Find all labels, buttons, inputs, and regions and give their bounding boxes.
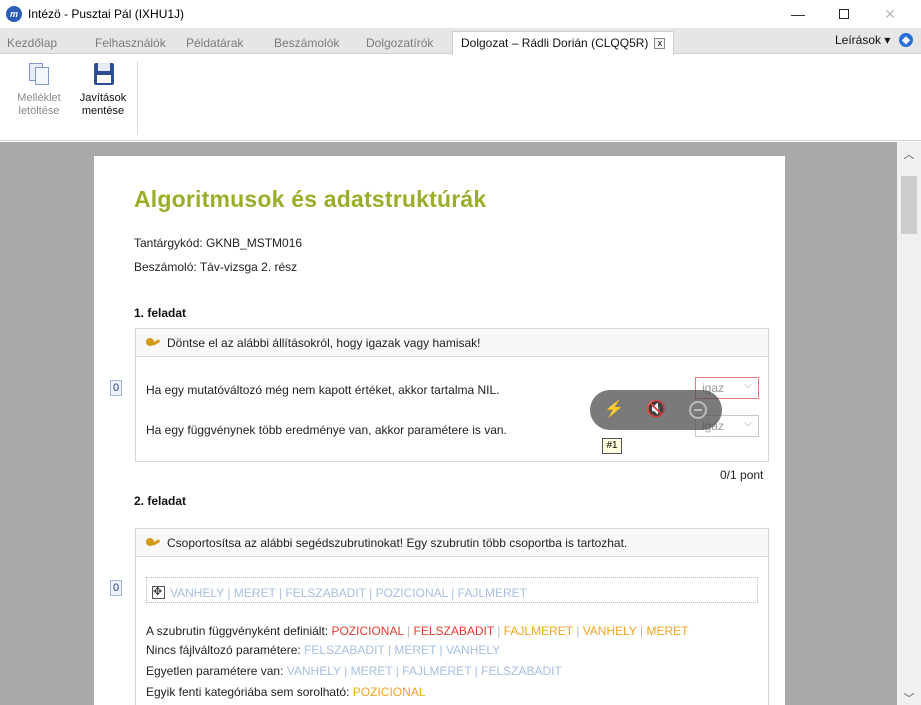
download-attachment-label-2: letöltése (18, 105, 60, 117)
task1-score[interactable]: 0 (110, 380, 122, 396)
download-attachment-label-1: Melléklet (17, 92, 61, 104)
tab-felhasznalok[interactable]: Felhasználók (95, 32, 166, 54)
document-copy-icon (26, 61, 52, 87)
group-label: Nincs fájlváltozó paramétere: (146, 643, 305, 657)
task2-instruction-bar: Csoportosítsa az alábbi segédszubrutinok… (136, 529, 768, 557)
task2-pool-items: VANHELY | MERET | FELSZABADIT | POZICION… (170, 585, 527, 600)
key-icon (146, 337, 160, 349)
separator: | (471, 664, 482, 678)
app-icon: m (6, 6, 22, 22)
tab-dolgozatirok[interactable]: Dolgozatírók (366, 32, 433, 54)
mute-icon[interactable]: 🔇 (644, 398, 668, 422)
task2-score[interactable]: 0 (110, 580, 122, 596)
window-title: Intézö - Pusztai Pál (IXHU1J) (28, 7, 185, 21)
group-item[interactable]: FAJLMERET (504, 624, 573, 638)
leirasok-dropdown[interactable]: Leírások ▾ (835, 33, 890, 47)
separator: | (493, 624, 504, 638)
separator: | (403, 624, 414, 638)
document-viewer: Algoritmusok és adatstruktúrák Tantárgyk… (0, 142, 921, 705)
task2-group-2[interactable]: Nincs fájlváltozó paramétere: FELSZABADI… (146, 643, 500, 657)
floppy-disk-icon (90, 61, 116, 87)
group-item[interactable]: MERET (647, 624, 689, 638)
separator: | (384, 643, 395, 657)
title-bar: m Intézö - Pusztai Pál (IXHU1J) — ✕ (0, 0, 921, 28)
scroll-down-icon[interactable]: ﹀ (897, 690, 921, 705)
document-title: Algoritmusok és adatstruktúrák (134, 186, 487, 212)
task2-group-1[interactable]: A szubrutin függvényként definiált: POZI… (146, 624, 689, 638)
separator: | (392, 664, 403, 678)
group-item[interactable]: VANHELY (583, 624, 637, 638)
group-label: A szubrutin függvényként definiált: (146, 624, 332, 638)
scrollbar-thumb[interactable] (901, 176, 917, 234)
task2-heading: 2. feladat (134, 494, 187, 508)
maximize-button[interactable] (821, 0, 867, 28)
separator: | (636, 624, 647, 638)
scroll-up-icon[interactable]: ︿ (897, 146, 921, 162)
save-corrections-label-1: Javítások (79, 92, 127, 104)
group-item[interactable]: POZICIONAL (331, 624, 403, 638)
minimize-button[interactable]: — (775, 0, 821, 28)
task1-instruction-bar: Döntse el az alábbi állításokról, hogy i… (136, 329, 768, 357)
document-page: Algoritmusok és adatstruktúrák Tantárgyk… (94, 156, 785, 705)
group-item[interactable]: VANHELY (446, 643, 500, 657)
chevron-down-icon: ⌵ (744, 380, 752, 391)
tab-kezdolap[interactable]: Kezdőlap (7, 32, 57, 54)
separator: | (340, 664, 351, 678)
task2-group-3[interactable]: Egyetlen paramétere van: VANHELY | MERET… (146, 664, 562, 678)
save-corrections-button[interactable]: Javítások mentése (72, 61, 134, 118)
task1-statement-2: Ha egy függvénynek több eredménye van, a… (146, 423, 507, 437)
group-item[interactable]: FAJLMERET (402, 664, 471, 678)
task2-group-4[interactable]: Egyik fenti kategóriába sem sorolható: P… (146, 685, 425, 699)
minus-circle-icon[interactable] (686, 398, 710, 422)
tab-bar: Kezdőlap Felhasználók Példatárak Beszámo… (0, 28, 921, 55)
group-item[interactable]: POZICIONAL (353, 685, 426, 699)
group-item[interactable]: FELSZABADIT (304, 643, 384, 657)
task1-heading: 1. feladat (134, 306, 187, 320)
tab-close-button[interactable]: x (654, 38, 666, 49)
key-icon (146, 537, 160, 549)
close-button[interactable]: ✕ (867, 0, 913, 28)
tab-dolgozat[interactable]: Dolgozat – Rádli Dorián (CLQQ5R) x (452, 31, 675, 55)
tab-peldatarak[interactable]: Példatárak (186, 32, 243, 54)
report-name: Beszámoló: Táv-vizsga 2. rész (134, 260, 298, 274)
info-icon[interactable]: ◆ (899, 33, 913, 47)
group-item[interactable]: VANHELY (287, 664, 341, 678)
save-corrections-label-2: mentése (81, 105, 125, 117)
toolbar-divider (137, 61, 138, 135)
separator: | (436, 643, 446, 657)
tab-dolgozat-label: Dolgozat – Rádli Dorián (CLQQ5R) (461, 36, 649, 50)
group-label: Egyik fenti kategóriába sem sorolható: (146, 685, 353, 699)
group-item[interactable]: FELSZABADIT (481, 664, 562, 678)
vertical-scrollbar[interactable]: ︿ ﹀ (897, 142, 921, 705)
group-label: Egyetlen paramétere van: (146, 664, 287, 678)
group-item[interactable]: FELSZABADIT (413, 624, 493, 638)
maximize-icon (839, 9, 849, 19)
chevron-down-icon: ⌵ (744, 418, 752, 429)
move-icon[interactable] (152, 585, 165, 599)
task2-item-pool[interactable]: VANHELY | MERET | FELSZABADIT | POZICION… (146, 577, 758, 603)
task1-points: 0/1 pont (720, 468, 764, 482)
task1-instruction: Döntse el az alábbi állításokról, hogy i… (167, 335, 481, 350)
tooltip: #1 (602, 438, 622, 454)
task2-instruction: Csoportosítsa az alábbi segédszubrutinok… (167, 535, 628, 550)
course-code: Tantárgykód: GKNB_MSTM016 (134, 236, 303, 250)
download-attachment-button[interactable]: Melléklet letöltése (8, 61, 70, 118)
task2-box: Csoportosítsa az alábbi segédszubrutinok… (135, 528, 769, 705)
tab-beszamolok[interactable]: Beszámolók (274, 32, 339, 54)
task1-statement-1: Ha egy mutatóváltozó még nem kapott érté… (146, 383, 500, 397)
group-item[interactable]: MERET (351, 664, 393, 678)
group-item[interactable]: MERET (394, 643, 436, 657)
media-overlay: ⚡ 🔇 (590, 390, 722, 430)
separator: | (572, 624, 583, 638)
toolbar: Melléklet letöltése Javítások mentése (0, 55, 921, 141)
flash-off-icon[interactable]: ⚡ (602, 398, 626, 422)
